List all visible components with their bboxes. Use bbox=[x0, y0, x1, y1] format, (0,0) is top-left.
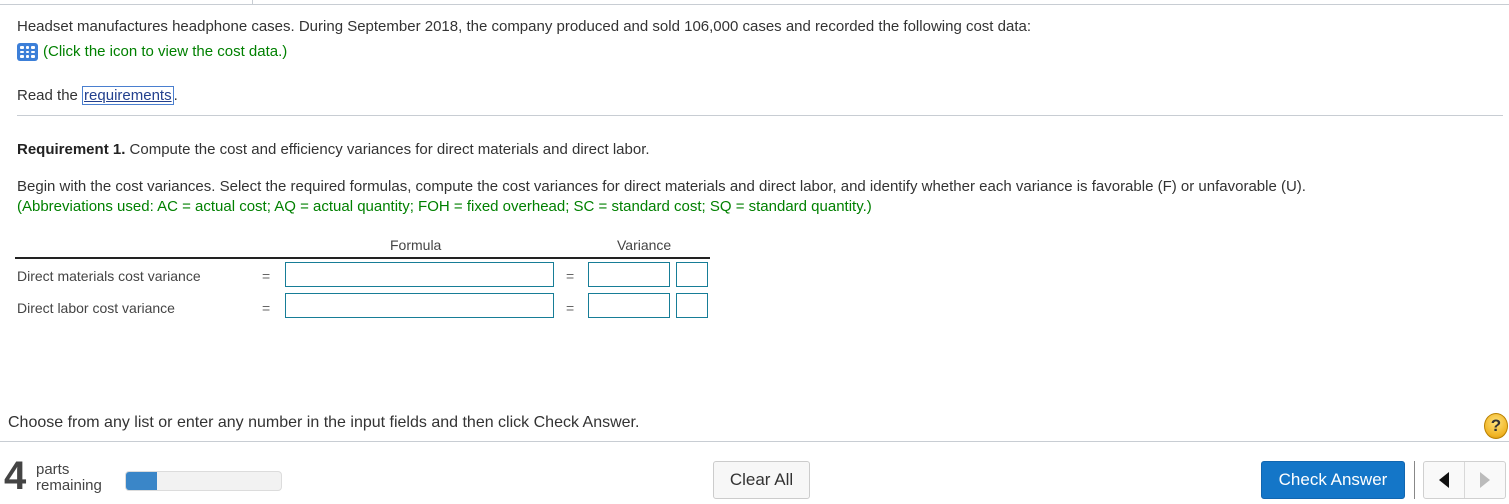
parts-remaining-label: parts remaining bbox=[36, 462, 102, 494]
clear-all-button[interactable]: Clear All bbox=[713, 461, 810, 499]
footer-divider bbox=[0, 441, 1509, 442]
parts-label-line1: parts bbox=[36, 461, 70, 478]
equals-sign: = bbox=[566, 268, 575, 284]
triangle-left-icon bbox=[1439, 472, 1449, 488]
check-answer-button[interactable]: Check Answer bbox=[1261, 461, 1405, 499]
progress-bar-fill bbox=[126, 472, 157, 490]
equals-sign: = bbox=[566, 300, 575, 316]
parts-remaining-count: 4 bbox=[4, 454, 27, 498]
progress-bar bbox=[125, 471, 282, 491]
header-rule bbox=[15, 257, 710, 259]
cost-data-link[interactable]: (Click the icon to view the cost data.) bbox=[17, 43, 287, 61]
requirement-label: Requirement 1. bbox=[17, 141, 126, 158]
labor-formula-input[interactable] bbox=[285, 293, 554, 318]
materials-formula-input[interactable] bbox=[285, 262, 554, 287]
cost-data-link-text[interactable]: (Click the icon to view the cost data.) bbox=[43, 43, 287, 61]
parts-label-line2: remaining bbox=[36, 477, 102, 494]
equals-sign: = bbox=[262, 300, 271, 316]
help-icon[interactable]: ? bbox=[1484, 413, 1508, 439]
table-grid-icon[interactable] bbox=[17, 43, 38, 61]
triangle-right-icon bbox=[1480, 472, 1490, 488]
button-divider bbox=[1414, 461, 1415, 499]
abbreviations: (Abbreviations used: AC = actual cost; A… bbox=[17, 198, 872, 215]
next-part-button[interactable] bbox=[1464, 462, 1505, 498]
read-requirements: Read the requirements. bbox=[17, 86, 178, 105]
requirements-link[interactable]: requirements bbox=[82, 86, 174, 105]
requirement-text: Compute the cost and efficiency variance… bbox=[125, 141, 650, 158]
materials-fu-select[interactable] bbox=[676, 262, 708, 287]
materials-variance-input[interactable] bbox=[588, 262, 670, 287]
requirement-heading: Requirement 1. Compute the cost and effi… bbox=[17, 141, 650, 159]
read-prefix: Read the bbox=[17, 87, 83, 104]
labor-fu-select[interactable] bbox=[676, 293, 708, 318]
top-divider bbox=[0, 4, 1509, 5]
labor-variance-input[interactable] bbox=[588, 293, 670, 318]
section-divider bbox=[17, 115, 1503, 116]
footer-instruction: Choose from any list or enter any number… bbox=[8, 414, 640, 431]
part-navigation bbox=[1423, 461, 1506, 499]
instructions: Begin with the cost variances. Select th… bbox=[17, 178, 1306, 195]
row-label-materials: Direct materials cost variance bbox=[17, 268, 201, 284]
equals-sign: = bbox=[262, 268, 271, 284]
read-suffix: . bbox=[173, 87, 178, 104]
previous-part-button[interactable] bbox=[1424, 462, 1464, 498]
variance-header: Variance bbox=[617, 237, 672, 253]
formula-header: Formula bbox=[390, 237, 442, 253]
row-label-labor: Direct labor cost variance bbox=[17, 300, 175, 316]
problem-intro: Headset manufactures headphone cases. Du… bbox=[17, 18, 1031, 35]
